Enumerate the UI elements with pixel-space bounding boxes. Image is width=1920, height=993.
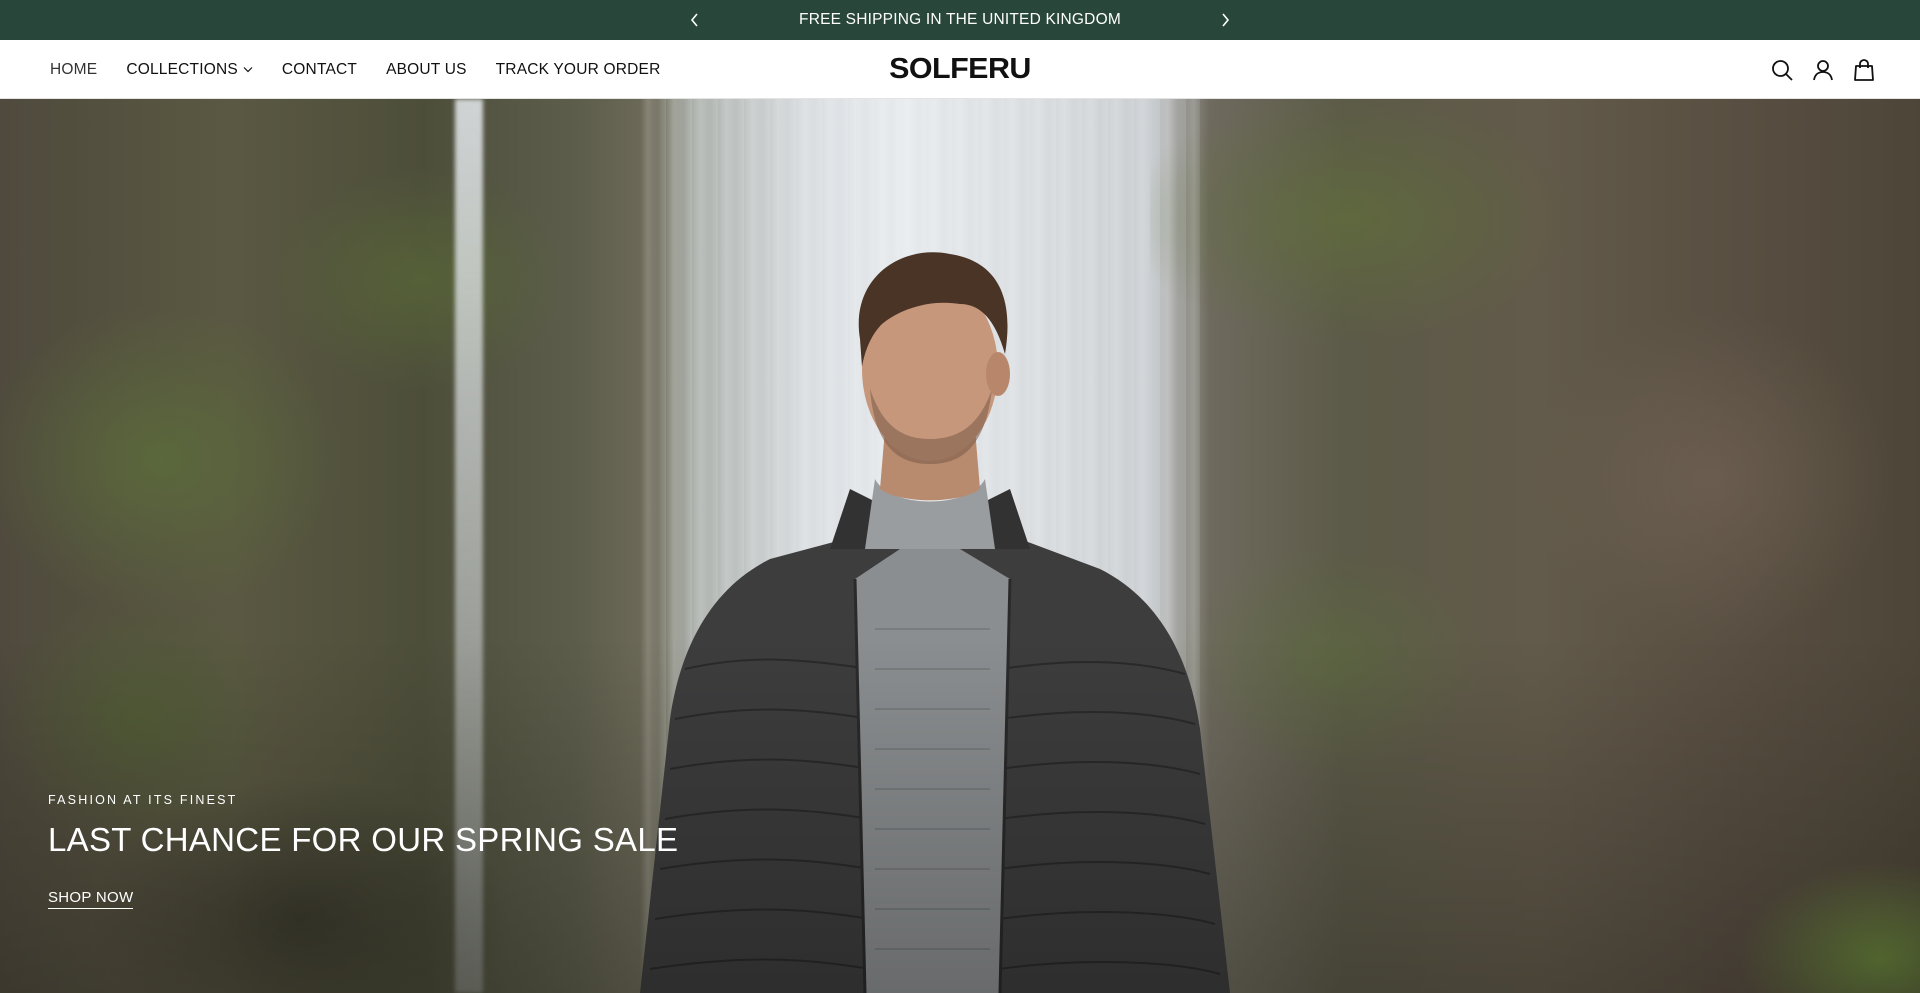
search-icon xyxy=(1772,59,1793,81)
nav-item-contact[interactable]: CONTACT xyxy=(282,61,357,79)
announcement-bar: FREE SHIPPING IN THE UNITED KINGDOM xyxy=(0,0,1920,40)
hero-content: FASHION AT ITS FINEST LAST CHANCE FOR OU… xyxy=(48,793,678,909)
nav-item-home[interactable]: HOME xyxy=(50,61,97,79)
search-button[interactable] xyxy=(1770,58,1794,82)
hero-headline: LAST CHANCE FOR OUR SPRING SALE xyxy=(48,821,679,858)
account-icon xyxy=(1813,59,1833,80)
announcement-next-button[interactable] xyxy=(1205,0,1245,40)
nav-item-collections[interactable]: COLLECTIONS xyxy=(126,61,253,79)
site-header: HOME COLLECTIONS CONTACT ABOUT US TRACK … xyxy=(0,40,1920,99)
nav-item-about-us[interactable]: ABOUT US xyxy=(386,61,467,79)
chevron-down-icon xyxy=(243,66,253,73)
announcement-text: FREE SHIPPING IN THE UNITED KINGDOM xyxy=(799,11,1121,28)
brand-logo[interactable]: SOLFERU xyxy=(884,40,1035,99)
nav-item-collections-label: COLLECTIONS xyxy=(126,60,238,78)
hero-eyebrow: FASHION AT ITS FINEST xyxy=(48,793,238,807)
header-actions xyxy=(1770,40,1876,99)
nav-item-track-order[interactable]: TRACK YOUR ORDER xyxy=(496,61,661,79)
shop-now-link[interactable]: SHOP NOW xyxy=(48,889,134,909)
cart-icon xyxy=(1854,58,1874,81)
main-nav: HOME COLLECTIONS CONTACT ABOUT US TRACK … xyxy=(50,40,689,99)
account-button[interactable] xyxy=(1811,58,1835,82)
cart-button[interactable] xyxy=(1852,58,1876,82)
hero-banner[interactable]: FASHION AT ITS FINEST LAST CHANCE FOR OU… xyxy=(0,99,1920,993)
chevron-right-icon xyxy=(1222,13,1230,27)
